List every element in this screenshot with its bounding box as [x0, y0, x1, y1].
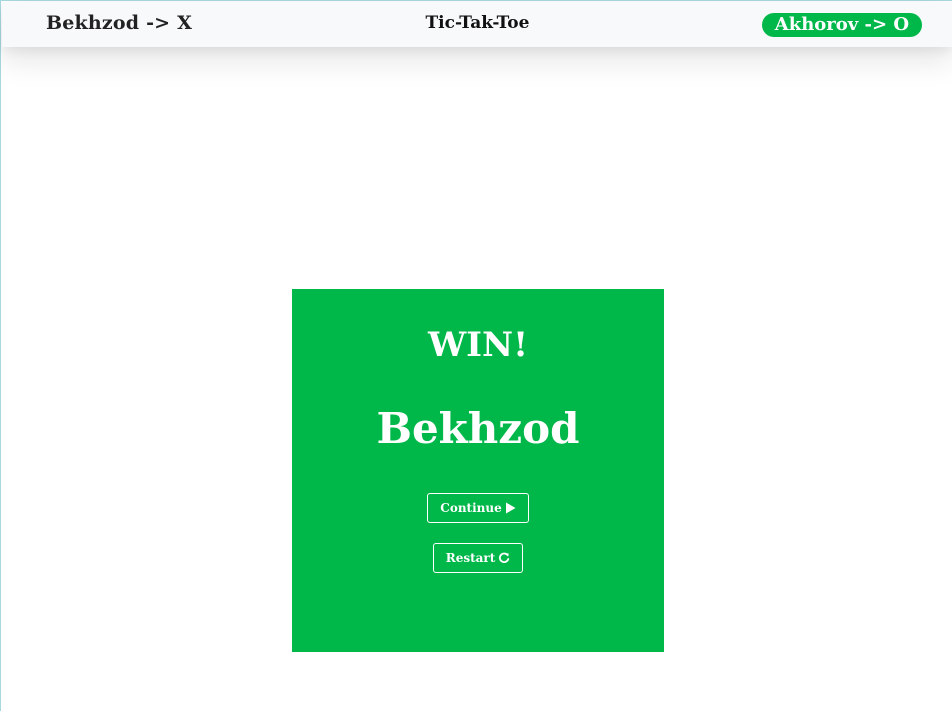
play-icon [505, 502, 516, 514]
top-bar: Bekhzod -> X Tic-Tak-Toe Akhorov -> O [2, 2, 952, 47]
restart-button-label: Restart [445, 551, 496, 565]
result-panel: WIN! Bekhzod Continue Restart [292, 289, 664, 652]
refresh-icon [498, 552, 510, 564]
continue-button[interactable]: Continue [427, 493, 529, 523]
app-frame: Bekhzod -> X Tic-Tak-Toe Akhorov -> O WI… [0, 0, 952, 711]
restart-button[interactable]: Restart [433, 543, 523, 573]
continue-button-label: Continue [440, 501, 502, 515]
result-status: WIN! [427, 325, 529, 365]
winner-name: Bekhzod [376, 404, 580, 453]
player-o-badge: Akhorov -> O [761, 13, 922, 37]
